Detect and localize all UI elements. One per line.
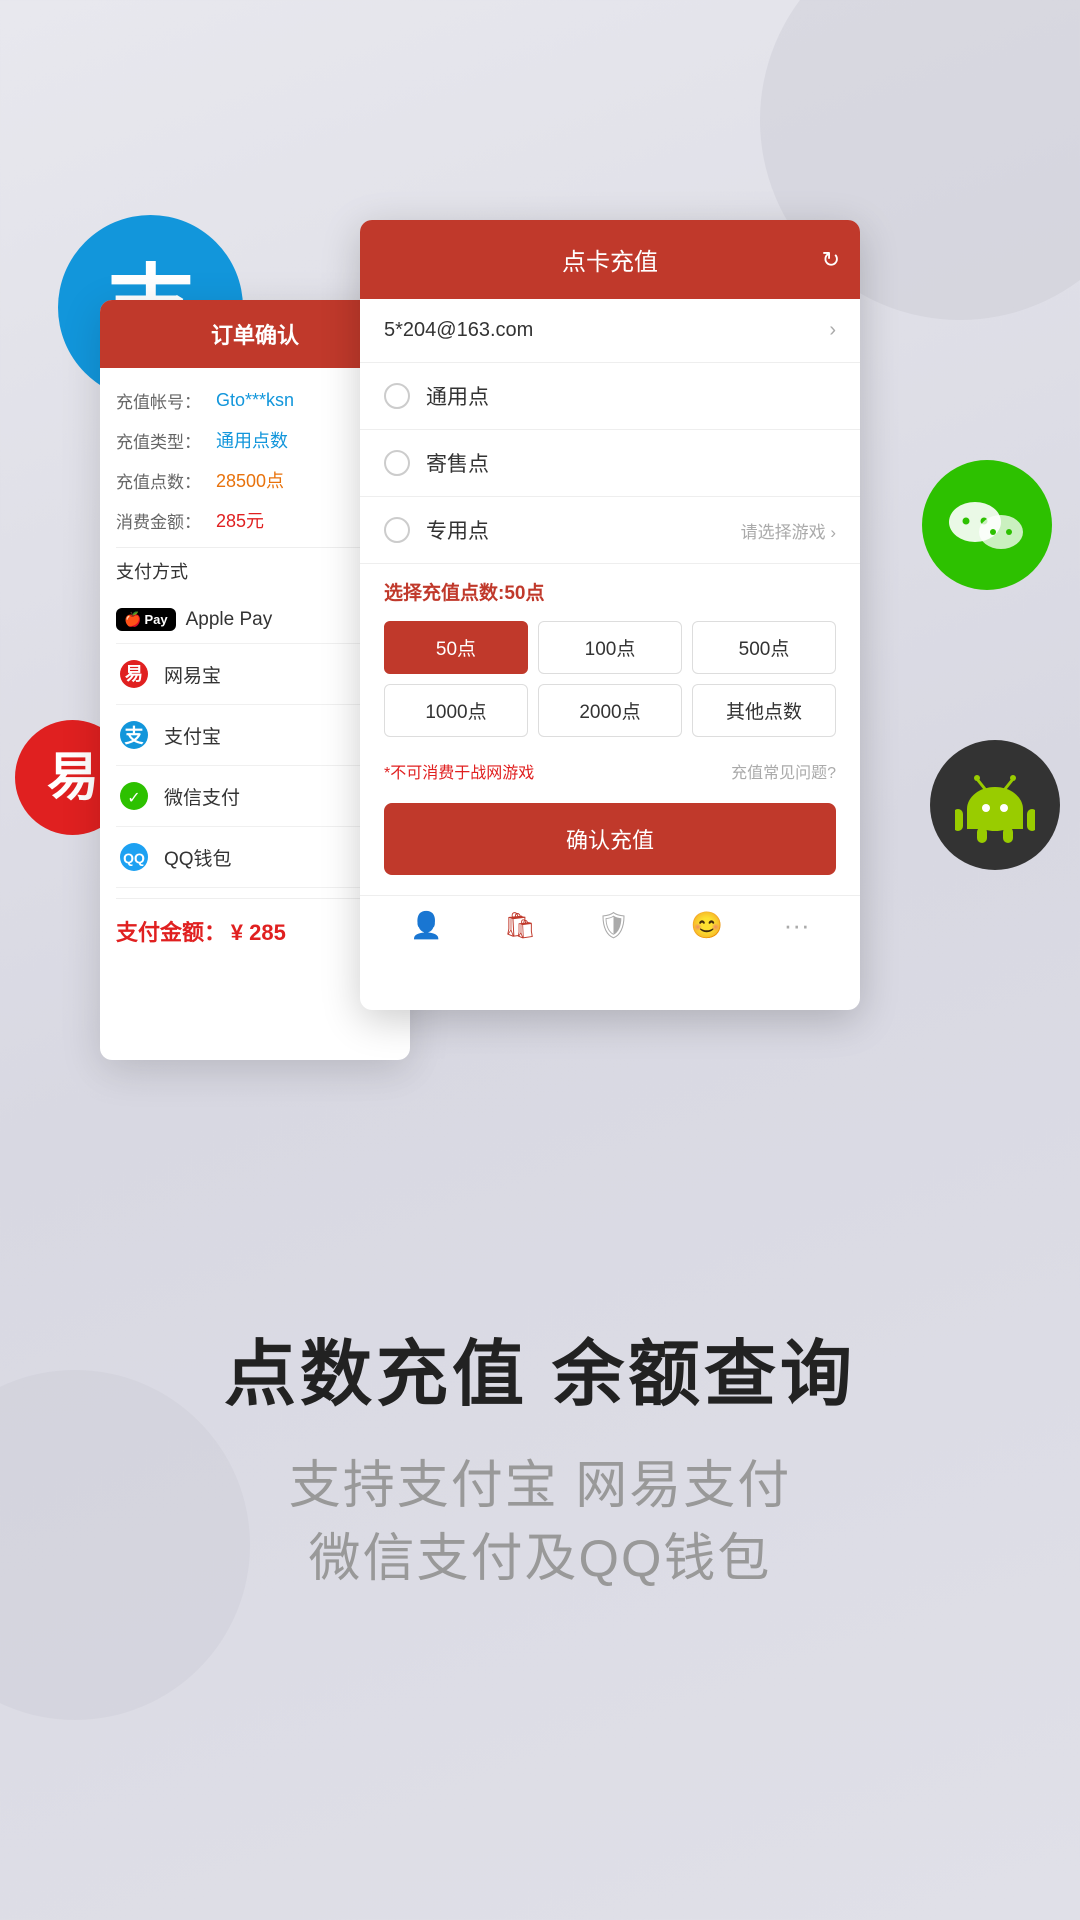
special-points-option[interactable]: 专用点 请选择游戏 › [360, 497, 860, 564]
email-row[interactable]: 5*204@163.com › [360, 299, 860, 363]
points-value: 28500点 [216, 467, 284, 493]
recharge-card: 点卡充值 ↻ 5*204@163.com › 通用点 寄售点 专用点 [360, 220, 860, 1010]
svg-text:易: 易 [46, 749, 98, 807]
note-text: *不可消费于战网游戏 [384, 759, 534, 783]
general-points-radio[interactable] [384, 383, 410, 409]
amount-row: 消费金额： 285元 [116, 507, 394, 533]
nav-person-icon[interactable]: 👤 [410, 910, 442, 941]
card-bottom-nav: 👤 🛍 🛡 😊 ··· [360, 895, 860, 955]
apple-pay-label: Apple Pay [186, 609, 273, 631]
game-select-hint: 请选择游戏 › [741, 518, 836, 543]
svg-text:✓: ✓ [127, 790, 140, 807]
nav-face-icon[interactable]: 😊 [691, 910, 723, 941]
consignment-points-label: 寄售点 [426, 448, 489, 478]
type-label: 充值类型： [116, 428, 216, 453]
point-100-button[interactable]: 100点 [538, 621, 682, 674]
sub-title-line1: 支持支付宝 网易支付 [289, 1450, 791, 1523]
nav-more-icon[interactable]: ··· [784, 910, 810, 941]
special-points-right: 专用点 请选择游戏 › [426, 515, 836, 545]
general-points-label: 通用点 [426, 381, 489, 411]
divider-2 [116, 898, 394, 899]
amount-label: 消费金额： [116, 508, 216, 533]
alipay-option[interactable]: 支 支付宝 [116, 705, 394, 766]
point-other-button[interactable]: 其他点数 [692, 684, 836, 737]
refresh-icon[interactable]: ↻ [822, 247, 840, 273]
android-icon [930, 740, 1060, 870]
consignment-points-option[interactable]: 寄售点 [360, 430, 860, 497]
main-title: 点数充值 余额查询 [224, 1315, 856, 1420]
total-amount: 支付金额： ¥ 285 [116, 915, 394, 947]
point-1000-button[interactable]: 1000点 [384, 684, 528, 737]
points-selected-value: 50点 [504, 583, 544, 604]
qq-wallet-option[interactable]: QQ QQ钱包 [116, 827, 394, 888]
qq-wallet-icon: QQ [116, 839, 152, 875]
recharge-card-header: 点卡充值 ↻ [360, 220, 860, 299]
wechat-icon [922, 460, 1052, 590]
points-label: 充值点数： [116, 468, 216, 493]
recharge-title: 点卡充值 [562, 242, 658, 277]
sub-title: 支持支付宝 网易支付 微信支付及QQ钱包 [289, 1450, 791, 1596]
general-points-option[interactable]: 通用点 [360, 363, 860, 430]
points-row: 充值点数： 28500点 [116, 467, 394, 493]
confirm-recharge-button[interactable]: 确认充值 [384, 803, 836, 875]
divider-1 [116, 547, 394, 548]
consignment-points-radio[interactable] [384, 450, 410, 476]
alipay-pay-icon: 支 [116, 717, 152, 753]
nav-bag-icon[interactable]: 🛍 [503, 910, 536, 941]
chevron-right-icon: › [829, 319, 836, 342]
netease-pay-label: 网易宝 [164, 661, 221, 688]
special-points-radio[interactable] [384, 517, 410, 543]
note-row: *不可消费于战网游戏 充值常见问题? [360, 751, 860, 797]
type-value: 通用点数 [216, 427, 288, 453]
svg-text:QQ: QQ [123, 850, 145, 866]
account-row: 充值帐号： Gto***ksn [116, 388, 394, 413]
qq-wallet-label: QQ钱包 [164, 844, 232, 871]
point-2000-button[interactable]: 2000点 [538, 684, 682, 737]
wechat-pay-label: 微信支付 [164, 783, 240, 810]
payment-section-title: 支付方式 [116, 558, 394, 584]
point-500-button[interactable]: 500点 [692, 621, 836, 674]
account-label: 充值帐号： [116, 388, 216, 413]
sub-title-line2: 微信支付及QQ钱包 [289, 1523, 791, 1596]
svg-text:易: 易 [125, 664, 143, 684]
alipay-label: 支付宝 [164, 722, 221, 749]
wechat-pay-option[interactable]: ✓ 微信支付 [116, 766, 394, 827]
radio-section: 通用点 寄售点 专用点 请选择游戏 › [360, 363, 860, 564]
netease-pay-icon: 易 [116, 656, 152, 692]
apple-pay-icon: 🍎 Pay [116, 608, 176, 631]
email-value: 5*204@163.com [384, 319, 533, 342]
netease-pay-option[interactable]: 易 网易宝 [116, 644, 394, 705]
total-amount-value: ¥ 285 [231, 920, 286, 945]
wechat-pay-icon: ✓ [116, 778, 152, 814]
special-points-label: 专用点 [426, 515, 489, 545]
points-grid: 50点 100点 500点 1000点 2000点 其他点数 [360, 613, 860, 751]
total-amount-label: 支付金额： [116, 920, 226, 945]
cards-container: 订单确认 充值帐号： Gto***ksn 充值类型： 通用点数 充值点数： 28… [100, 220, 860, 980]
nav-shield-icon[interactable]: 🛡 [597, 910, 630, 941]
point-50-button[interactable]: 50点 [384, 621, 528, 674]
bottom-text-section: 点数充值 余额查询 支持支付宝 网易支付 微信支付及QQ钱包 [0, 990, 1080, 1920]
apple-pay-option[interactable]: 🍎 Pay Apple Pay [116, 596, 394, 644]
points-select-label: 选择充值点数:50点 [360, 564, 860, 613]
amount-value: 285元 [216, 507, 264, 533]
type-row: 充值类型： 通用点数 [116, 427, 394, 453]
account-value: Gto***ksn [216, 390, 294, 411]
svg-text:支: 支 [123, 725, 144, 747]
faq-link[interactable]: 充值常见问题? [731, 759, 836, 783]
